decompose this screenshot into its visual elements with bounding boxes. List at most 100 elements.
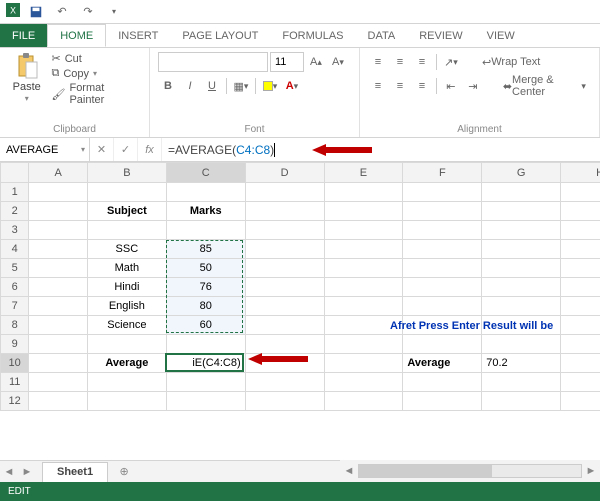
row-header[interactable]: 9 [1, 335, 29, 354]
font-size-select[interactable] [270, 52, 304, 72]
cell[interactable] [245, 297, 324, 316]
cell[interactable] [561, 335, 600, 354]
cell[interactable] [561, 240, 600, 259]
fill-color-button[interactable]: ▾ [260, 76, 280, 96]
cell[interactable] [403, 297, 482, 316]
enter-formula-icon[interactable]: ✓ [114, 138, 138, 161]
cell[interactable] [29, 202, 88, 221]
cell[interactable] [403, 373, 482, 392]
wrap-text-button[interactable]: ↩ Wrap Text [477, 52, 545, 72]
row-header[interactable]: 3 [1, 221, 29, 240]
cell[interactable]: 60 [166, 316, 245, 335]
formula-input[interactable]: =AVERAGE(C4:C8) [162, 138, 600, 161]
cell[interactable] [482, 240, 561, 259]
cell[interactable] [324, 202, 403, 221]
font-name-select[interactable] [158, 52, 268, 72]
border-button[interactable]: ▦▾ [231, 76, 251, 96]
cell[interactable] [482, 335, 561, 354]
tab-insert[interactable]: INSERT [106, 24, 170, 47]
bold-button[interactable]: B [158, 76, 178, 96]
cell[interactable] [29, 392, 88, 411]
cell[interactable] [561, 373, 600, 392]
col-header[interactable]: F [403, 163, 482, 183]
cell[interactable] [245, 392, 324, 411]
cell[interactable]: Math [87, 259, 166, 278]
cell[interactable] [403, 259, 482, 278]
cell[interactable]: Marks [166, 202, 245, 221]
tab-file[interactable]: FILE [0, 24, 47, 47]
decrease-font-icon[interactable]: A▾ [328, 52, 348, 72]
row-header[interactable]: 4 [1, 240, 29, 259]
italic-button[interactable]: I [180, 76, 200, 96]
name-box[interactable]: ▾ [0, 138, 90, 161]
cell[interactable] [87, 183, 166, 202]
cell[interactable]: SSC [87, 240, 166, 259]
cell[interactable] [324, 221, 403, 240]
cell[interactable] [324, 183, 403, 202]
cell[interactable] [245, 278, 324, 297]
cell[interactable] [245, 316, 324, 335]
cell[interactable] [87, 221, 166, 240]
cell[interactable] [29, 259, 88, 278]
cell[interactable]: Hindi [87, 278, 166, 297]
cell[interactable]: Subject [87, 202, 166, 221]
cell[interactable] [403, 392, 482, 411]
cell[interactable] [561, 354, 600, 373]
sheet-tab[interactable]: Sheet1 [42, 462, 108, 482]
orientation-icon[interactable]: ↗▾ [441, 52, 461, 72]
cell[interactable] [245, 202, 324, 221]
copy-button[interactable]: ⧉Copy▾ [52, 67, 142, 80]
cell[interactable]: 76 [166, 278, 245, 297]
cell[interactable] [166, 373, 245, 392]
cell[interactable] [324, 392, 403, 411]
undo-icon[interactable]: ↶ [52, 2, 72, 22]
cell[interactable]: 50 [166, 259, 245, 278]
cell[interactable] [29, 221, 88, 240]
cut-button[interactable]: ✂Cut [52, 52, 142, 65]
cell[interactable] [29, 335, 88, 354]
fx-icon[interactable]: fx [138, 138, 162, 161]
cell[interactable] [324, 373, 403, 392]
cell[interactable] [561, 221, 600, 240]
cell[interactable] [245, 373, 324, 392]
cell[interactable] [403, 202, 482, 221]
add-sheet-icon[interactable]: ⊕ [114, 465, 134, 478]
font-color-button[interactable]: A▾ [282, 76, 302, 96]
cell[interactable] [324, 259, 403, 278]
qat-customize-icon[interactable]: ▾ [104, 2, 124, 22]
cell[interactable] [561, 202, 600, 221]
row-header[interactable]: 12 [1, 392, 29, 411]
chevron-down-icon[interactable]: ▾ [81, 145, 85, 154]
cell[interactable] [482, 202, 561, 221]
cell[interactable]: Average [403, 354, 482, 373]
cell[interactable]: 85 [166, 240, 245, 259]
col-header[interactable]: G [482, 163, 561, 183]
cell[interactable] [245, 240, 324, 259]
col-header[interactable]: A [29, 163, 88, 183]
tab-data[interactable]: DATA [356, 24, 408, 47]
cell[interactable] [29, 278, 88, 297]
row-header[interactable]: 8 [1, 316, 29, 335]
horizontal-scrollbar[interactable]: ◄► [340, 460, 600, 482]
merge-center-button[interactable]: ⬌ Merge & Center▾ [498, 76, 591, 96]
increase-font-icon[interactable]: A▴ [306, 52, 326, 72]
cell[interactable]: Science [87, 316, 166, 335]
tab-home[interactable]: HOME [47, 24, 106, 47]
cell[interactable] [403, 335, 482, 354]
worksheet-grid[interactable]: ABCDEFGH12SubjectMarks34SSC855Math506Hin… [0, 162, 600, 411]
cell[interactable] [403, 183, 482, 202]
cell[interactable] [403, 278, 482, 297]
tab-page-layout[interactable]: PAGE LAYOUT [170, 24, 270, 47]
col-header[interactable]: H [561, 163, 600, 183]
cell[interactable] [29, 183, 88, 202]
col-header[interactable]: D [245, 163, 324, 183]
cell[interactable] [87, 373, 166, 392]
cell[interactable] [482, 221, 561, 240]
col-header[interactable]: E [324, 163, 403, 183]
row-header[interactable]: 10 [1, 354, 29, 373]
underline-button[interactable]: U [202, 76, 222, 96]
cell[interactable] [561, 297, 600, 316]
cell[interactable]: 70.2 [482, 354, 561, 373]
align-center-icon[interactable]: ≡ [390, 76, 410, 96]
row-header[interactable]: 2 [1, 202, 29, 221]
